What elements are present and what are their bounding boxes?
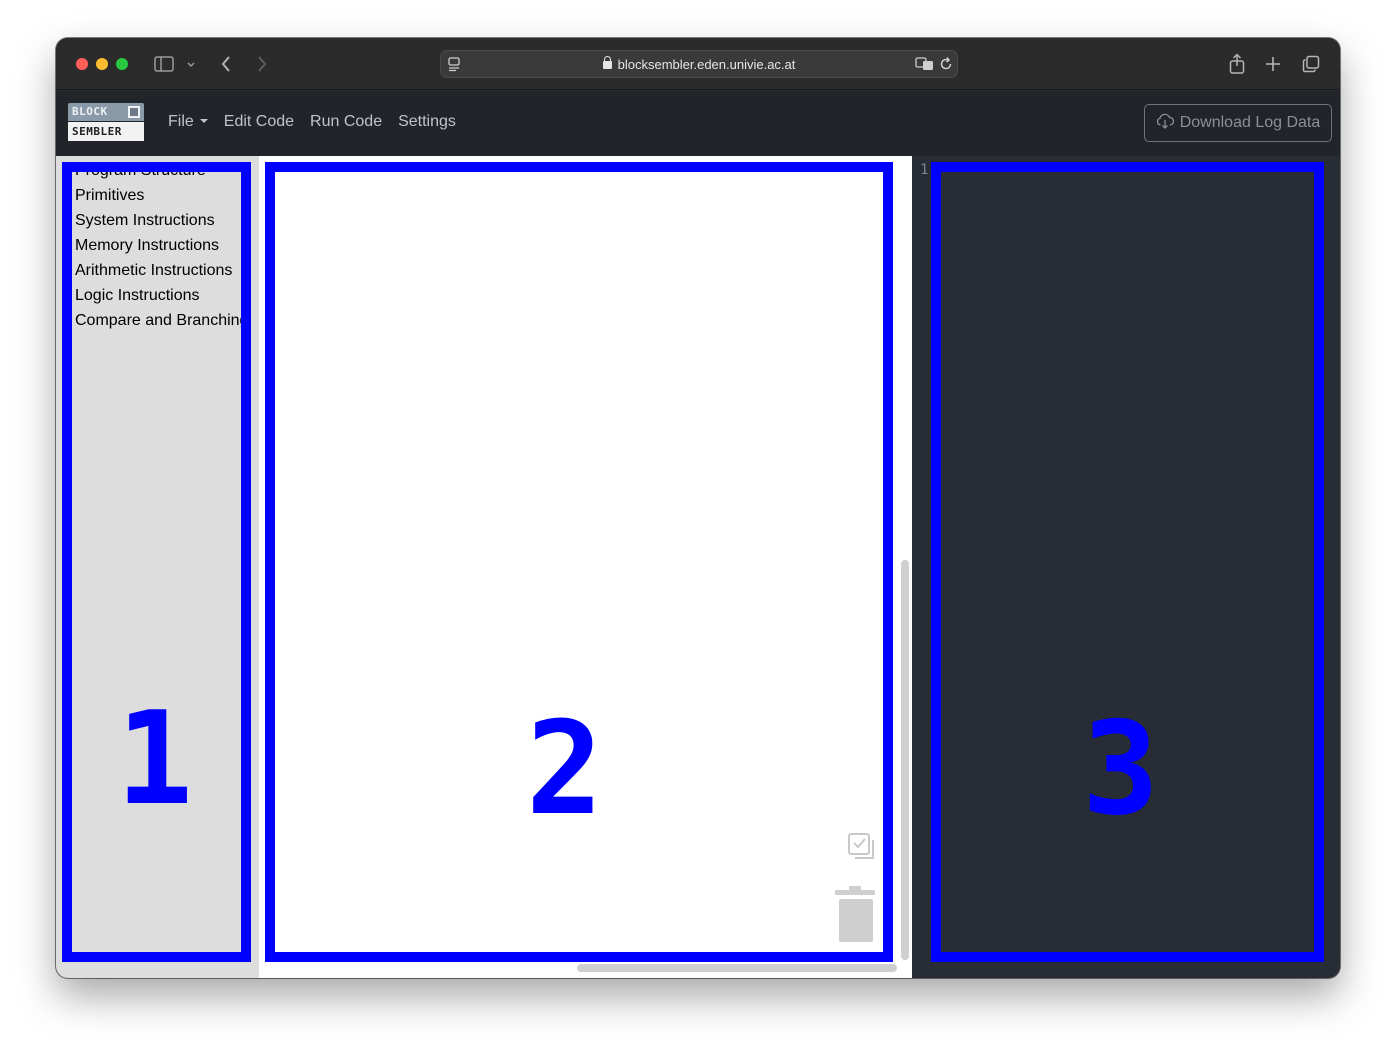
close-window-button[interactable] (76, 58, 88, 70)
logo-square-icon (128, 106, 140, 118)
app-navbar: BLOCK SEMBLER File Edit Code Run Code Se… (56, 91, 1340, 156)
share-icon[interactable] (1228, 53, 1246, 79)
forward-icon[interactable] (256, 55, 268, 77)
chevron-down-icon[interactable] (186, 58, 196, 74)
download-log-data-button[interactable]: Download Log Data (1144, 104, 1332, 142)
nav-file-label: File (168, 113, 194, 130)
lock-icon (602, 56, 612, 69)
nav-file-menu[interactable]: File (168, 113, 208, 131)
sidebar-icon[interactable] (154, 56, 174, 76)
address-bar[interactable]: blocksembler.eden.univie.ac.at (440, 50, 958, 78)
code-editor[interactable]: 1 (912, 156, 1340, 978)
tabs-icon[interactable] (1302, 55, 1320, 77)
workspace-horizontal-scrollbar[interactable] (577, 964, 897, 972)
blockly-workspace[interactable] (259, 156, 912, 978)
minimize-window-button[interactable] (96, 58, 108, 70)
main-nav: File Edit Code Run Code Settings (168, 113, 472, 131)
toolbox-category-program-structure[interactable]: Program Structure (75, 162, 206, 180)
logo-top-text: BLOCK (72, 105, 108, 118)
line-number: 1 (920, 162, 929, 178)
toolbox-category-system-instructions[interactable]: System Instructions (75, 212, 215, 230)
url-text: blocksembler.eden.univie.ac.at (617, 57, 796, 72)
logo-top: BLOCK (68, 103, 144, 121)
workspace-vertical-scrollbar[interactable] (901, 560, 909, 960)
translate-icon[interactable] (915, 56, 935, 76)
blockly-toolbox: Program Structure Primitives System Inst… (56, 156, 259, 978)
url-text-container: blocksembler.eden.univie.ac.at (441, 56, 957, 72)
check-all-icon[interactable] (847, 832, 877, 862)
logo-bottom: SEMBLER (68, 122, 144, 141)
plus-icon[interactable] (1265, 56, 1281, 76)
trash-icon[interactable] (833, 886, 877, 942)
download-log-data-label: Download Log Data (1179, 114, 1321, 131)
back-icon[interactable] (220, 55, 232, 77)
reload-icon[interactable] (938, 56, 954, 76)
nav-run-code[interactable]: Run Code (310, 113, 382, 131)
nav-settings[interactable]: Settings (398, 113, 456, 131)
toolbox-category-compare-and-branching[interactable]: Compare and Branching (75, 312, 248, 330)
nav-edit-code[interactable]: Edit Code (224, 113, 294, 131)
toolbox-category-arithmetic-instructions[interactable]: Arithmetic Instructions (75, 262, 232, 280)
cloud-download-icon (1156, 113, 1174, 134)
toolbox-category-primitives[interactable]: Primitives (75, 187, 144, 205)
blocksembler-logo[interactable]: BLOCK SEMBLER (68, 103, 144, 141)
browser-window: blocksembler.eden.univie.ac.at BLOCK SEM… (56, 38, 1340, 978)
zoom-window-button[interactable] (116, 58, 128, 70)
toolbox-category-memory-instructions[interactable]: Memory Instructions (75, 237, 219, 255)
toolbox-category-logic-instructions[interactable]: Logic Instructions (75, 287, 200, 305)
browser-titlebar: blocksembler.eden.univie.ac.at (56, 38, 1340, 90)
caret-down-icon (199, 119, 208, 123)
